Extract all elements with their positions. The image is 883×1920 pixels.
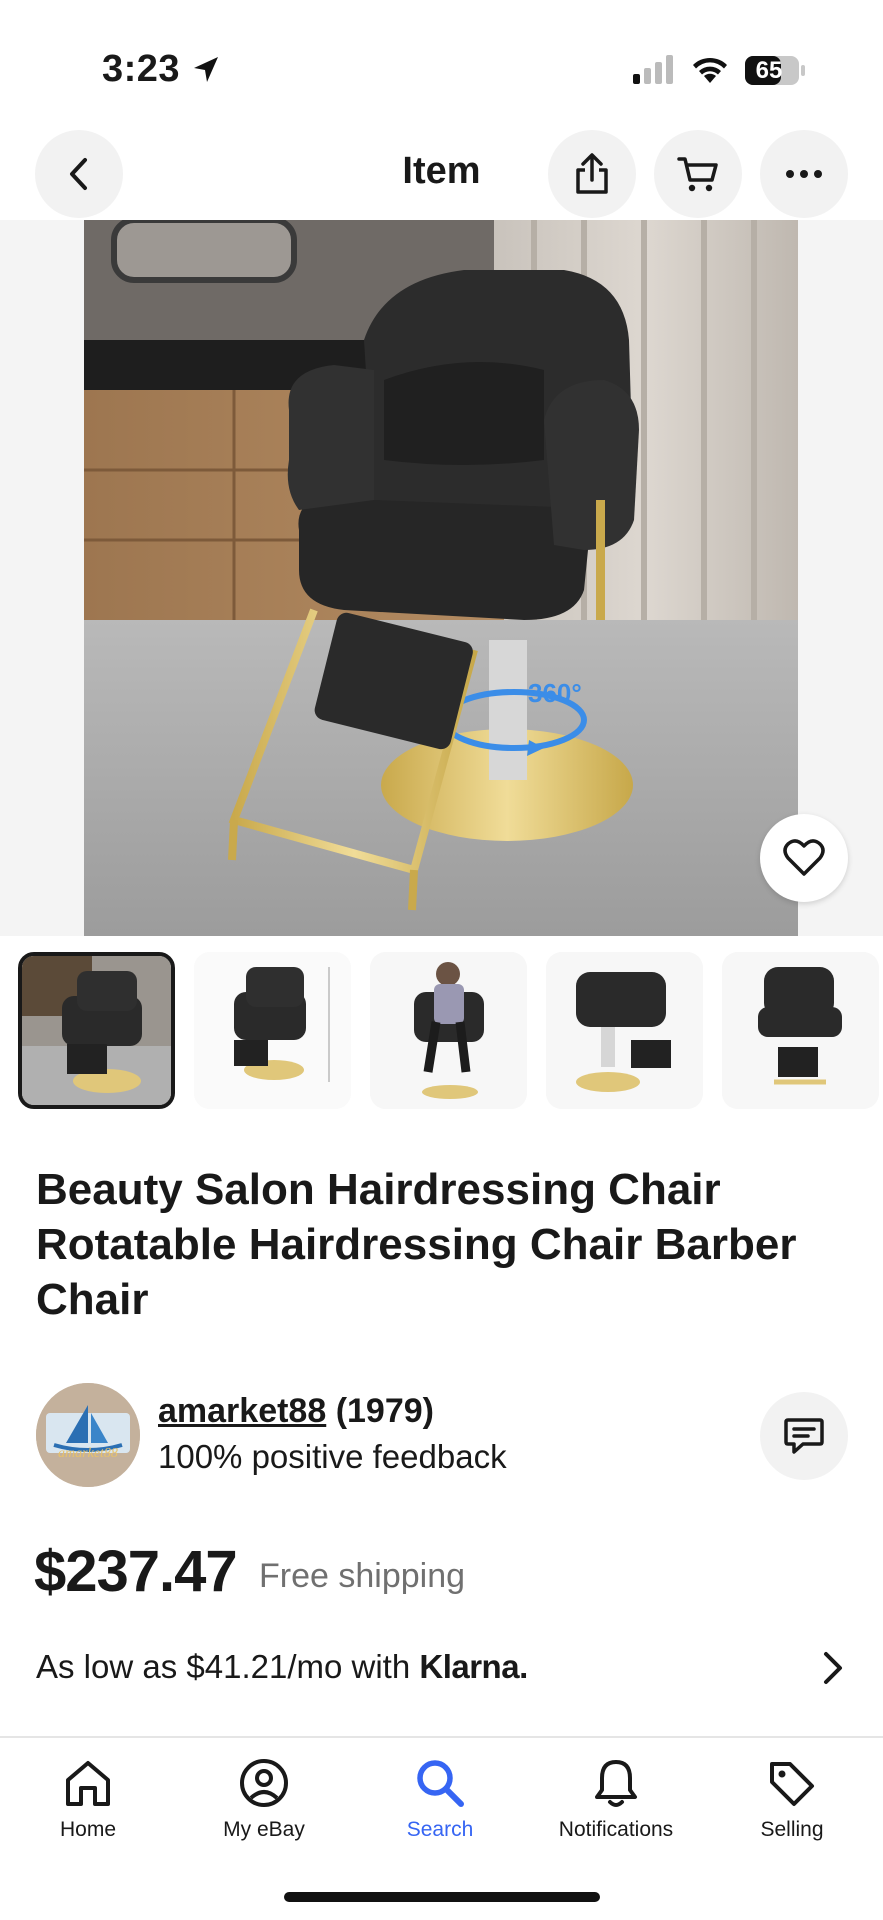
watch-favorite-button[interactable] (760, 814, 848, 902)
klarna-financing-row[interactable]: As low as $41.21/mo with Klarna. (0, 1632, 883, 1704)
tab-notifications[interactable]: Notifications (528, 1752, 704, 1872)
tab-search-label: Search (406, 1818, 474, 1841)
tab-my-ebay[interactable]: My eBay (176, 1752, 352, 1872)
klarna-logo: Klarna. (419, 1648, 528, 1685)
image-gallery[interactable]: 360° (0, 220, 883, 936)
rotate-360-badge: 360° (528, 678, 582, 708)
hero-product-image[interactable]: 360° (84, 220, 798, 936)
bell-icon (595, 1760, 637, 1807)
page-title: Item (402, 150, 481, 192)
seller-avatar[interactable]: amarket88 (36, 1383, 140, 1487)
top-nav: Item (0, 128, 883, 220)
thumbnail-3[interactable] (370, 952, 527, 1109)
listing-title: Beauty Salon Hairdressing Chair Rotatabl… (36, 1165, 797, 1324)
tab-home[interactable]: Home (0, 1752, 176, 1872)
tab-search[interactable]: Search (352, 1752, 528, 1872)
cart-button[interactable] (654, 130, 742, 218)
tag-icon (770, 1762, 814, 1806)
user-icon (240, 1759, 288, 1807)
avatar-logo-text: amarket88 (58, 1446, 118, 1461)
financing-text: As low as $41.21/mo with Klarna. (36, 1648, 528, 1686)
battery-level: 65 (755, 57, 783, 84)
status-bar: 3:23 65 (0, 0, 883, 120)
tab-notifications-label: Notifications (558, 1818, 674, 1841)
cart-icon (677, 157, 718, 192)
home-icon (66, 1761, 110, 1806)
tab-home-label: Home (59, 1818, 117, 1841)
tab-selling-label: Selling (760, 1818, 824, 1841)
shipping-info: Free shipping (259, 1557, 466, 1595)
more-options-button[interactable] (760, 130, 848, 218)
thumbnail-strip[interactable] (0, 952, 883, 1112)
wifi-icon (693, 57, 727, 83)
search-icon (417, 1760, 464, 1807)
share-icon (576, 153, 608, 194)
status-time: 3:23 (102, 48, 181, 90)
thumbnail-1[interactable] (18, 952, 175, 1109)
financing-prefix: As low as $41.21/mo with (36, 1648, 411, 1685)
tab-my-ebay-label: My eBay (223, 1818, 305, 1841)
seller-feedback-percent: 100% positive feedback (158, 1438, 507, 1475)
item-price: $237.47 (34, 1539, 238, 1604)
chevron-right-icon (824, 1652, 842, 1684)
seller-feedback-score: (1979) (335, 1392, 434, 1430)
more-icon (786, 170, 822, 178)
message-seller-button[interactable] (760, 1392, 848, 1480)
seller-name-line: amarket88 (1979) (158, 1392, 434, 1431)
thumbnail-2[interactable] (194, 952, 351, 1109)
thumbnail-4[interactable] (546, 952, 703, 1109)
tab-selling[interactable]: Selling (704, 1752, 880, 1872)
share-button[interactable] (548, 130, 636, 218)
cellular-signal-icon (633, 55, 673, 84)
thumbnail-5[interactable] (722, 952, 879, 1109)
seller-username-link[interactable]: amarket88 (158, 1392, 326, 1430)
message-icon (784, 1418, 824, 1454)
heart-icon (783, 839, 825, 876)
home-indicator (284, 1892, 600, 1902)
location-arrow-icon (194, 57, 218, 82)
